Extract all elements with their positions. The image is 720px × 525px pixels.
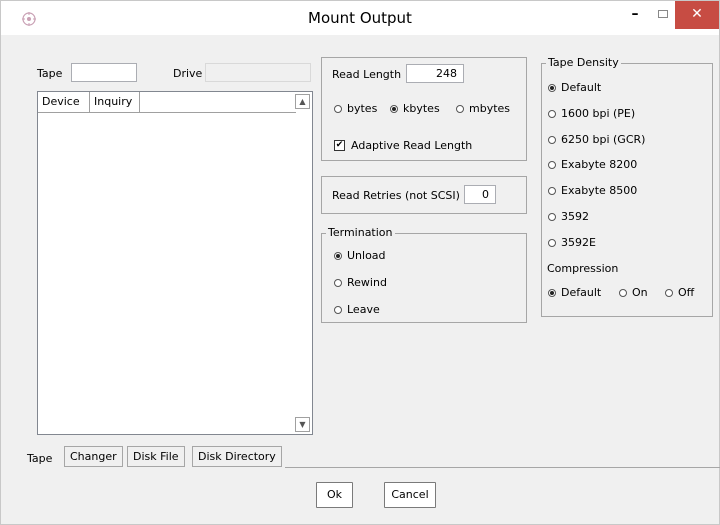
radio-icon bbox=[334, 278, 342, 287]
tape-density-title: Tape Density bbox=[546, 56, 621, 69]
scroll-down-button[interactable]: ▼ bbox=[295, 417, 310, 432]
radio-icon bbox=[456, 104, 464, 113]
radio-icon bbox=[548, 186, 556, 195]
density-radio-default[interactable]: Default bbox=[548, 81, 601, 94]
read-retries-input[interactable]: 0 bbox=[464, 185, 496, 204]
tab-baseline bbox=[285, 467, 720, 468]
radio-icon bbox=[548, 109, 556, 118]
close-button[interactable]: ✕ bbox=[675, 1, 719, 29]
radio-icon bbox=[619, 288, 627, 297]
column-header-inquiry[interactable]: Inquiry bbox=[90, 92, 140, 113]
radio-selected-icon bbox=[548, 83, 556, 92]
window-title: Mount Output bbox=[308, 9, 412, 27]
radio-icon bbox=[548, 160, 556, 169]
termination-title: Termination bbox=[326, 226, 395, 239]
unit-radio-kbytes[interactable]: kbytes bbox=[390, 102, 440, 115]
scroll-up-button[interactable]: ▲ bbox=[295, 94, 310, 109]
tape-label: Tape bbox=[37, 67, 63, 80]
density-radio-exabyte-8200[interactable]: Exabyte 8200 bbox=[548, 158, 637, 171]
density-radio-6250-bpi[interactable]: 6250 bpi (GCR) bbox=[548, 133, 645, 146]
radio-selected-icon bbox=[390, 104, 398, 113]
tab-changer[interactable]: Changer bbox=[64, 446, 123, 467]
drive-label: Drive bbox=[173, 67, 203, 80]
tab-disk-directory[interactable]: Disk Directory bbox=[192, 446, 282, 467]
column-header-device[interactable]: Device bbox=[38, 92, 90, 113]
column-header-empty bbox=[140, 92, 296, 113]
drive-input[interactable] bbox=[205, 63, 311, 82]
radio-icon bbox=[665, 288, 673, 297]
checkmark-icon: ✔ bbox=[334, 140, 345, 151]
device-list[interactable]: Device Inquiry ▲ ▼ bbox=[37, 91, 313, 435]
read-retries-group: Read Retries (not SCSI) 0 bbox=[321, 176, 527, 214]
radio-icon bbox=[548, 135, 556, 144]
radio-icon bbox=[334, 104, 342, 113]
read-retries-label: Read Retries (not SCSI) bbox=[332, 189, 460, 202]
maximize-button[interactable] bbox=[649, 1, 677, 29]
tape-density-group: Tape Density Default 1600 bpi (PE) 6250 … bbox=[541, 56, 713, 317]
compression-radio-default[interactable]: Default bbox=[548, 286, 601, 299]
read-length-input[interactable]: 248 bbox=[406, 64, 464, 83]
title-bar[interactable]: Mount Output – ✕ bbox=[1, 1, 719, 35]
mount-output-window: Mount Output – ✕ Tape Drive Device Inqui… bbox=[0, 0, 720, 525]
compression-label: Compression bbox=[547, 262, 619, 275]
density-radio-1600-bpi[interactable]: 1600 bpi (PE) bbox=[548, 107, 635, 120]
radio-selected-icon bbox=[334, 251, 342, 260]
unit-radio-mbytes[interactable]: mbytes bbox=[456, 102, 510, 115]
tab-tape[interactable]: Tape bbox=[21, 448, 59, 469]
adaptive-read-length-checkbox[interactable]: ✔ Adaptive Read Length bbox=[334, 139, 472, 152]
compression-radio-off[interactable]: Off bbox=[665, 286, 694, 299]
radio-icon bbox=[334, 305, 342, 314]
radio-selected-icon bbox=[548, 288, 556, 297]
unit-radio-bytes[interactable]: bytes bbox=[334, 102, 377, 115]
density-radio-exabyte-8500[interactable]: Exabyte 8500 bbox=[548, 184, 637, 197]
ok-button[interactable]: Ok bbox=[316, 482, 353, 508]
read-length-label: Read Length bbox=[332, 68, 402, 81]
minimize-button[interactable]: – bbox=[621, 1, 649, 29]
radio-icon bbox=[548, 238, 556, 247]
cancel-button[interactable]: Cancel bbox=[384, 482, 436, 508]
density-radio-3592[interactable]: 3592 bbox=[548, 210, 589, 223]
density-radio-3592e[interactable]: 3592E bbox=[548, 236, 596, 249]
radio-icon bbox=[548, 212, 556, 221]
termination-radio-leave[interactable]: Leave bbox=[334, 303, 380, 316]
maximize-icon bbox=[658, 10, 668, 18]
termination-radio-rewind[interactable]: Rewind bbox=[334, 276, 387, 289]
tab-disk-file[interactable]: Disk File bbox=[127, 446, 185, 467]
read-length-group: Read Length 248 bytes kbytes mbytes ✔ Ada… bbox=[321, 57, 527, 161]
tape-input[interactable] bbox=[71, 63, 137, 82]
compression-radio-on[interactable]: On bbox=[619, 286, 648, 299]
termination-radio-unload[interactable]: Unload bbox=[334, 249, 386, 262]
termination-group: Termination Unload Rewind Leave bbox=[321, 226, 527, 323]
